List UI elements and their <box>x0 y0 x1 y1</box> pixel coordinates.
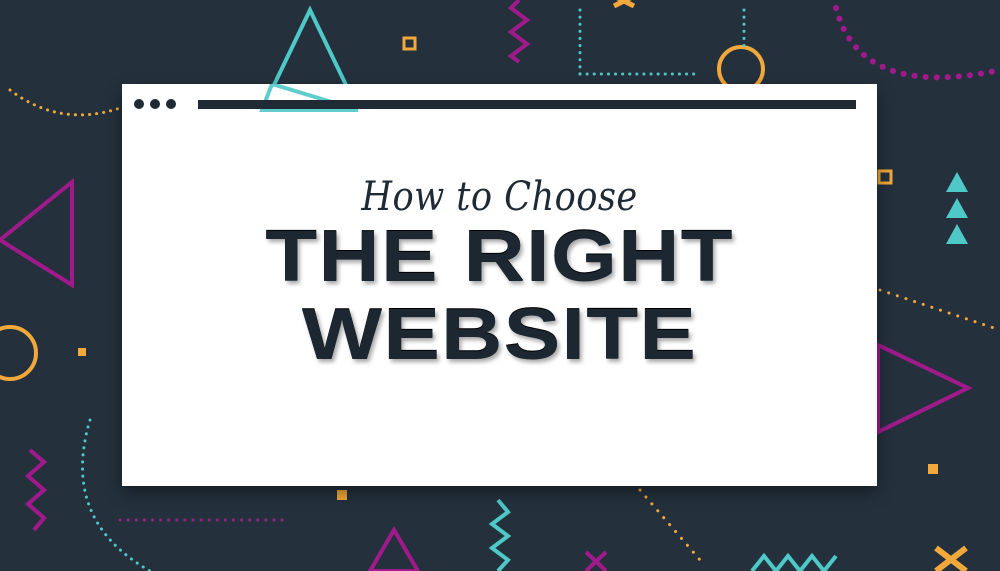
orange-square-icon <box>337 490 347 500</box>
magenta-triangle-bottom-icon <box>367 526 421 571</box>
teal-triangle-small-icon <box>946 198 968 218</box>
orange-dotted-line <box>638 488 702 562</box>
magenta-zigzag-icon <box>24 448 48 532</box>
orange-square-icon <box>877 169 893 185</box>
window-dot-icon <box>134 99 144 109</box>
teal-triangle-small-icon <box>946 172 968 192</box>
orange-square-icon <box>928 464 938 474</box>
headline-title-line-2: WEBSITE <box>301 295 698 375</box>
orange-cross-bottom-icon <box>934 545 968 571</box>
teal-zigzag-icon <box>488 498 512 571</box>
address-bar <box>198 100 856 109</box>
orange-dotted-arc <box>8 88 122 117</box>
orange-square-icon <box>402 36 417 51</box>
orange-circle-left-icon <box>0 325 38 381</box>
headline: How to Choose THE RIGHT WEBSITE <box>122 174 877 374</box>
magenta-zigzag-icon <box>507 0 531 64</box>
magenta-dotted-arc <box>833 5 1000 81</box>
hero-banner: How to Choose THE RIGHT WEBSITE <box>0 0 1000 571</box>
magenta-cross-icon <box>584 550 608 571</box>
window-dot-icon <box>166 99 176 109</box>
teal-triangle-small-icon <box>946 224 968 244</box>
headline-kicker: How to Choose <box>361 174 638 220</box>
teal-zigzag-icon <box>750 552 838 571</box>
headline-title-line-1: THE RIGHT <box>265 217 734 297</box>
window-control-dots <box>134 99 176 109</box>
browser-window-card: How to Choose THE RIGHT WEBSITE <box>122 84 877 486</box>
window-dot-icon <box>150 99 160 109</box>
orange-cross-top-icon <box>612 0 636 9</box>
